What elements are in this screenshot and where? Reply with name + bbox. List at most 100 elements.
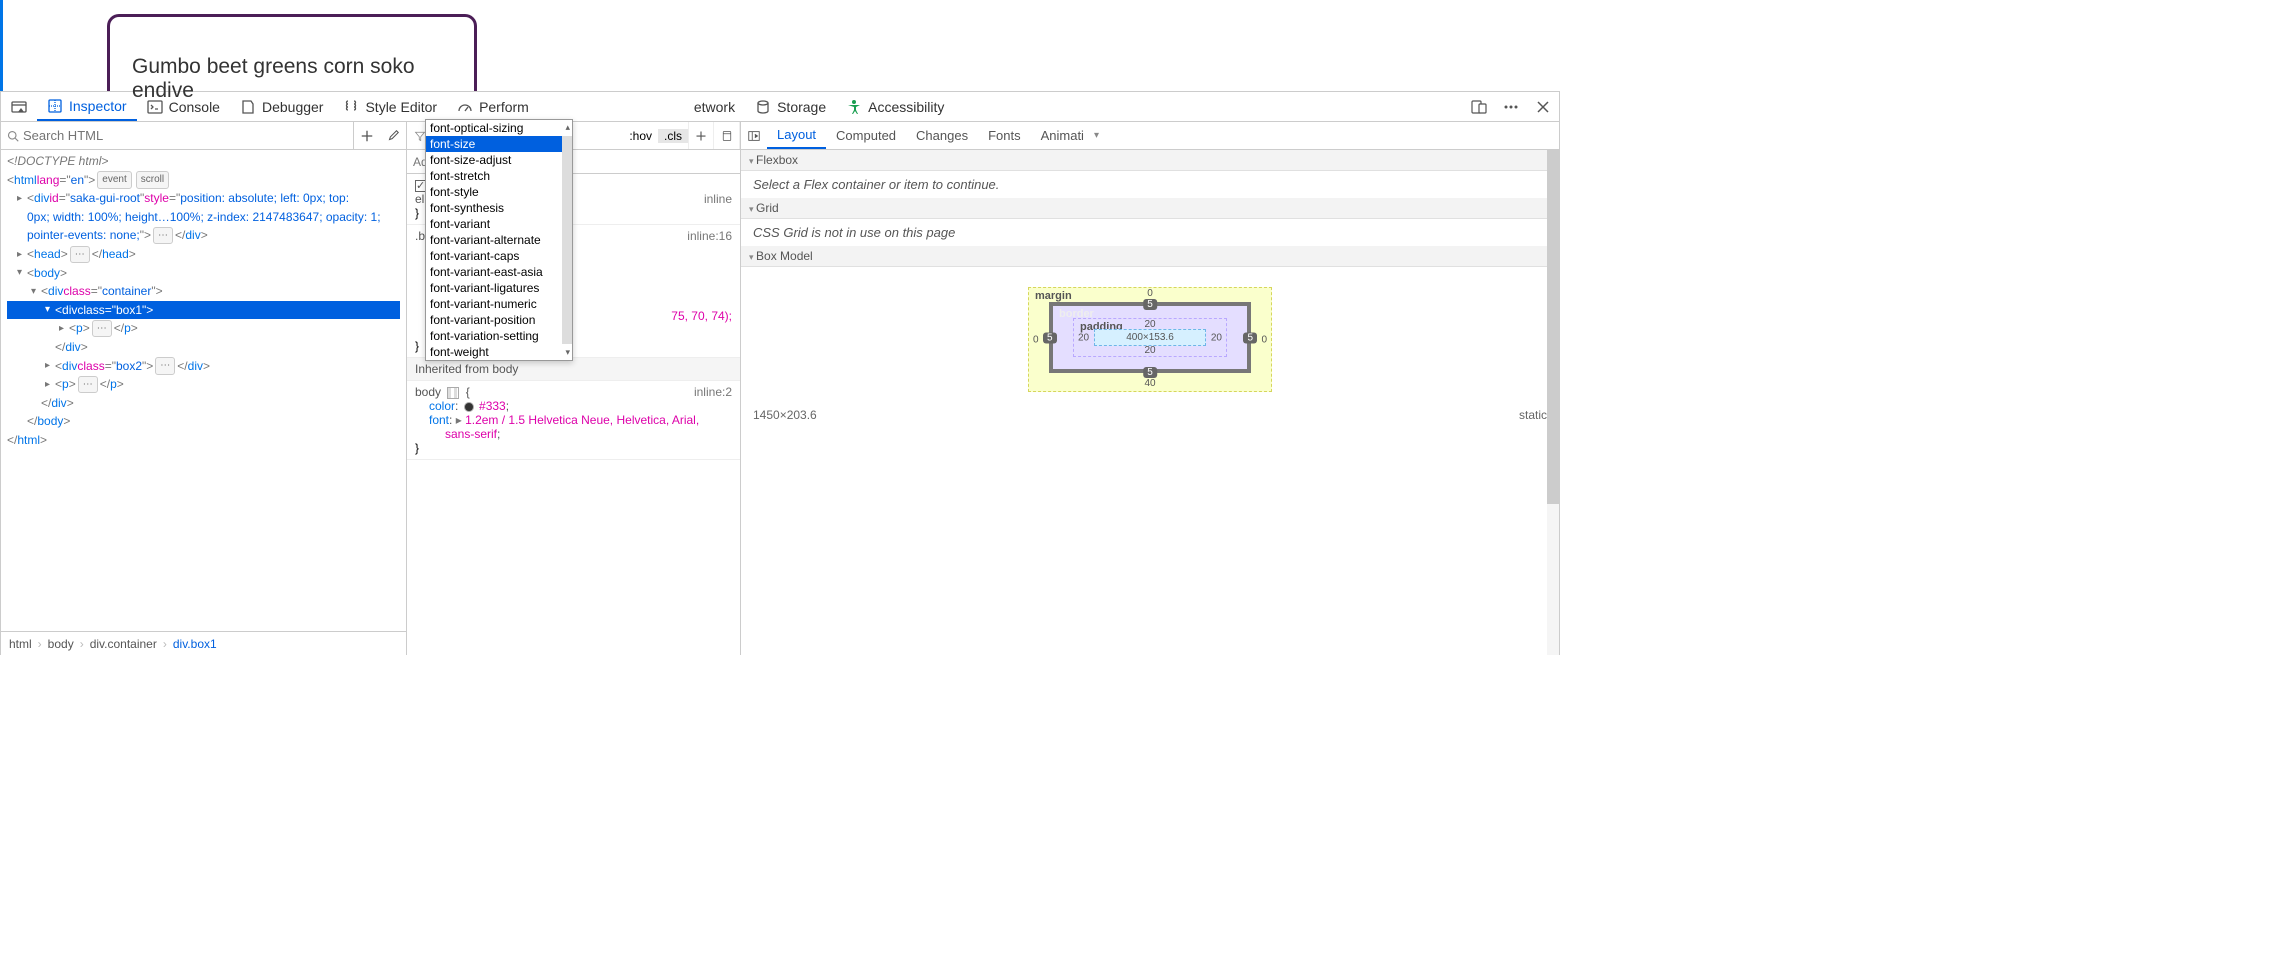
subtab-layout[interactable]: Layout bbox=[767, 122, 826, 149]
autocomplete-item[interactable]: font-variant-ligatures bbox=[426, 280, 572, 296]
autocomplete-item[interactable]: font-variant-east-asia bbox=[426, 264, 572, 280]
body-rule[interactable]: body {inline:2 color: #333; font: ▸ 1.2e… bbox=[407, 381, 740, 460]
breadcrumb-item[interactable]: body bbox=[48, 637, 74, 651]
border-right-value[interactable]: 5 bbox=[1243, 332, 1257, 343]
tab-network[interactable]: etwork bbox=[684, 92, 745, 121]
autocomplete-item[interactable]: font-style bbox=[426, 184, 572, 200]
page-preview: Gumbo beet greens corn soko endive bbox=[0, 0, 1560, 91]
margin-bottom-value[interactable]: 40 bbox=[1144, 378, 1155, 389]
box2-node[interactable]: ▸<div class="box2"> ⋯ </div> bbox=[7, 357, 400, 376]
head-node[interactable]: ▸<head> ⋯ </head> bbox=[7, 245, 400, 264]
box1-node-selected[interactable]: ▾<div class="box1"> bbox=[7, 301, 400, 320]
new-rule-button[interactable] bbox=[688, 122, 714, 149]
iframe-picker-button[interactable] bbox=[1, 92, 37, 121]
tab-accessibility-label: Accessibility bbox=[868, 99, 944, 115]
grid-message: CSS Grid is not in use on this page bbox=[741, 219, 1559, 246]
close-devtools-button[interactable] bbox=[1527, 92, 1559, 121]
autocomplete-up-arrow[interactable]: ▴ bbox=[565, 122, 570, 133]
doctype-node[interactable]: <!DOCTYPE html> bbox=[7, 152, 108, 171]
flex-icon[interactable] bbox=[447, 387, 459, 399]
element-position: static bbox=[1519, 408, 1547, 422]
element-dimensions: 1450×203.6 bbox=[753, 408, 817, 422]
rule-source-link[interactable]: inline:16 bbox=[687, 229, 732, 243]
saka-div-node[interactable]: ▸<div id="saka-gui-root" style="position… bbox=[7, 189, 400, 208]
body-node[interactable]: ▾<body> bbox=[7, 264, 400, 283]
autocomplete-item[interactable]: font-variant-numeric bbox=[426, 296, 572, 312]
tab-debugger[interactable]: Debugger bbox=[230, 92, 334, 121]
tab-accessibility[interactable]: Accessibility bbox=[836, 92, 954, 121]
tab-style-editor-label: Style Editor bbox=[365, 99, 437, 115]
container-node[interactable]: ▾<div class="container"> bbox=[7, 282, 400, 301]
tab-debugger-label: Debugger bbox=[262, 99, 324, 115]
breadcrumb-item[interactable]: html bbox=[9, 637, 32, 651]
box-model-diagram[interactable]: margin 0 0 40 0 border 5 5 5 5 padding bbox=[753, 273, 1547, 400]
add-node-button[interactable] bbox=[354, 122, 380, 149]
html-node[interactable]: <html lang="en"> event scroll bbox=[7, 171, 400, 190]
tab-performance-label: Perform bbox=[479, 99, 529, 115]
cls-toggle[interactable]: .cls bbox=[658, 129, 688, 143]
subtab-computed[interactable]: Computed bbox=[826, 122, 906, 149]
p2-node[interactable]: ▸<p> ⋯ </p> bbox=[7, 375, 400, 394]
css-autocomplete-popup[interactable]: ▴ font-optical-sizing font-size font-siz… bbox=[425, 119, 573, 361]
breadcrumb-item-current[interactable]: div.box1 bbox=[173, 637, 217, 651]
breadcrumb-item[interactable]: div.container bbox=[90, 637, 157, 651]
meatball-menu-button[interactable] bbox=[1495, 92, 1527, 121]
padding-bottom-value[interactable]: 20 bbox=[1144, 345, 1155, 356]
page-box1: Gumbo beet greens corn soko endive bbox=[107, 14, 477, 91]
hov-toggle[interactable]: :hov bbox=[623, 129, 658, 143]
tab-network-label: etwork bbox=[694, 99, 735, 115]
tab-style-editor[interactable]: Style Editor bbox=[333, 92, 447, 121]
autocomplete-item[interactable]: font-variant-alternate bbox=[426, 232, 572, 248]
flexbox-message: Select a Flex container or item to conti… bbox=[741, 171, 1559, 198]
subtab-fonts[interactable]: Fonts bbox=[978, 122, 1031, 149]
tab-performance[interactable]: Perform bbox=[447, 92, 539, 121]
autocomplete-down-arrow[interactable]: ▾ bbox=[565, 347, 570, 358]
padding-left-value[interactable]: 20 bbox=[1078, 332, 1089, 343]
light-mode-button[interactable] bbox=[714, 122, 740, 149]
rule-source-link[interactable]: inline:2 bbox=[694, 385, 732, 399]
autocomplete-item[interactable]: font-variant bbox=[426, 216, 572, 232]
content-size-value[interactable]: 400×153.6 bbox=[1094, 329, 1206, 346]
tab-inspector[interactable]: Inspector bbox=[37, 92, 137, 121]
layout-scrollbar[interactable] bbox=[1547, 150, 1559, 655]
margin-top-value[interactable]: 0 bbox=[1147, 288, 1153, 299]
autocomplete-item[interactable]: font-variant-position bbox=[426, 312, 572, 328]
autocomplete-item[interactable]: font-synthesis bbox=[426, 200, 572, 216]
autocomplete-item[interactable]: font-size-adjust bbox=[426, 152, 572, 168]
autocomplete-scrollbar[interactable] bbox=[562, 136, 572, 344]
autocomplete-item[interactable]: font-stretch bbox=[426, 168, 572, 184]
flexbox-section-header[interactable]: Flexbox bbox=[741, 150, 1559, 171]
autocomplete-item[interactable]: font-variant-caps bbox=[426, 248, 572, 264]
search-html-input[interactable] bbox=[23, 128, 347, 143]
inherited-header: Inherited from body bbox=[407, 358, 740, 381]
autocomplete-item[interactable]: font-weight bbox=[426, 344, 572, 360]
rule-source-link[interactable]: inline bbox=[704, 192, 732, 206]
padding-right-value[interactable]: 20 bbox=[1211, 332, 1222, 343]
layout-panel: Layout Computed Changes Fonts Animati ▾ … bbox=[741, 122, 1559, 655]
breadcrumb: html› body› div.container› div.box1 bbox=[1, 631, 406, 655]
margin-right-value[interactable]: 0 bbox=[1261, 334, 1267, 345]
dom-tree[interactable]: <!DOCTYPE html> <html lang="en"> event s… bbox=[1, 150, 406, 631]
autocomplete-item[interactable]: font-variation-setting bbox=[426, 328, 572, 344]
box-model-section-header[interactable]: Box Model bbox=[741, 246, 1559, 267]
autocomplete-item-selected[interactable]: font-size bbox=[426, 136, 572, 152]
subtab-animations[interactable]: Animati bbox=[1031, 122, 1094, 149]
margin-left-value[interactable]: 0 bbox=[1033, 334, 1039, 345]
tab-inspector-label: Inspector bbox=[69, 98, 127, 114]
rules-panel: ▴ font-optical-sizing font-size font-siz… bbox=[407, 122, 741, 655]
expand-pane-icon[interactable] bbox=[741, 129, 767, 143]
search-icon bbox=[7, 130, 19, 142]
sidebar-tabs: Layout Computed Changes Fonts Animati ▾ bbox=[741, 122, 1559, 150]
tab-storage[interactable]: Storage bbox=[745, 92, 836, 121]
subtab-changes[interactable]: Changes bbox=[906, 122, 978, 149]
responsive-mode-button[interactable] bbox=[1463, 92, 1495, 121]
p1-node[interactable]: ▸<p> ⋯ </p> bbox=[7, 319, 400, 338]
border-top-value[interactable]: 5 bbox=[1143, 299, 1157, 310]
autocomplete-item[interactable]: font-optical-sizing bbox=[426, 120, 572, 136]
border-bottom-value[interactable]: 5 bbox=[1143, 367, 1157, 378]
tab-storage-label: Storage bbox=[777, 99, 826, 115]
border-left-value[interactable]: 5 bbox=[1043, 332, 1057, 343]
eyedropper-button[interactable] bbox=[380, 122, 406, 149]
color-swatch[interactable] bbox=[464, 402, 474, 412]
grid-section-header[interactable]: Grid bbox=[741, 198, 1559, 219]
